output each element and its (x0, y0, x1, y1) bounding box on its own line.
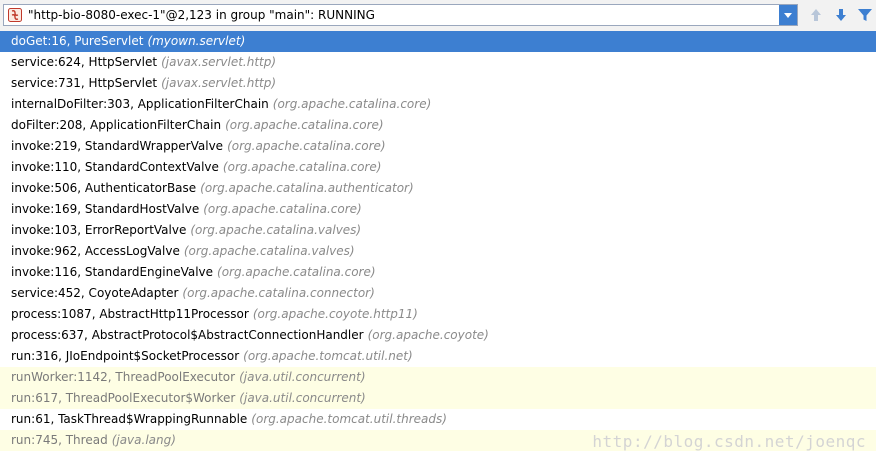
frame-package: (org.apache.catalina.valves) (190, 223, 362, 237)
frame-package: (javax.servlet.http) (161, 76, 277, 90)
frame-method: process:637, AbstractProtocol$AbstractCo… (11, 328, 364, 342)
frame-method: service:452, CoyoteAdapter (11, 286, 179, 300)
thread-dropdown-button[interactable] (779, 5, 797, 25)
thread-selector[interactable]: "http-bio-8080-exec-1"@2,123 in group "m… (3, 4, 798, 26)
frame-package: (org.apache.tomcat.util.net) (243, 349, 413, 363)
stack-frame-row[interactable]: process:1087, AbstractHttp11Processor (or… (0, 304, 876, 325)
frame-package: (org.apache.catalina.core) (203, 202, 362, 216)
frame-method: doFilter:208, ApplicationFilterChain (11, 118, 222, 132)
stack-frame-row[interactable]: run:61, TaskThread$WrappingRunnable (org.… (0, 409, 876, 430)
frame-method: invoke:103, ErrorReportValve (11, 223, 187, 237)
frame-method: runWorker:1142, ThreadPoolExecutor (11, 370, 236, 384)
stack-frame-row[interactable]: service:624, HttpServlet (javax.servlet.h… (0, 52, 876, 73)
frame-method: invoke:219, StandardWrapperValve (11, 139, 224, 153)
frame-package: (org.apache.coyote.http11) (252, 307, 418, 321)
stack-frame-row[interactable]: run:617, ThreadPoolExecutor$Worker (java.… (0, 388, 876, 409)
frame-method: invoke:169, StandardHostValve (11, 202, 200, 216)
stack-frame-row[interactable]: invoke:110, StandardContextValve (org.apa… (0, 157, 876, 178)
frame-package: (java.util.concurrent) (239, 391, 366, 405)
watermark: http://blog.csdn.net/joenqc (592, 432, 866, 451)
stack-frame-row[interactable]: run:316, JIoEndpoint$SocketProcessor (org… (0, 346, 876, 367)
frame-package: (org.apache.catalina.connector) (182, 286, 375, 300)
frame-package: (org.apache.catalina.valves) (183, 244, 355, 258)
frame-package: (org.apache.catalina.core) (217, 265, 376, 279)
arrow-down-icon[interactable] (832, 6, 850, 24)
frame-method: service:624, HttpServlet (11, 55, 158, 69)
stack-frame-row[interactable]: invoke:169, StandardHostValve (org.apache… (0, 199, 876, 220)
thread-suspended-icon (8, 8, 22, 22)
frame-package: (org.apache.catalina.core) (272, 97, 432, 111)
filter-icon[interactable] (856, 6, 874, 24)
stack-frame-row[interactable]: invoke:103, ErrorReportValve (org.apache.… (0, 220, 876, 241)
stack-frame-row[interactable]: doGet:16, PureServlet (myown.servlet) (0, 31, 876, 52)
frame-method: run:61, TaskThread$WrappingRunnable (11, 412, 248, 426)
frame-method: internalDoFilter:303, ApplicationFilterC… (11, 97, 269, 111)
frame-package: (java.lang) (111, 433, 176, 447)
frame-method: run:745, Thread (11, 433, 108, 447)
frame-package: (org.apache.coyote) (367, 328, 489, 342)
frame-method: service:731, HttpServlet (11, 76, 158, 90)
stack-frame-row[interactable]: service:731, HttpServlet (javax.servlet.h… (0, 73, 876, 94)
frame-method: doGet:16, PureServlet (11, 34, 144, 48)
frame-package: (org.apache.catalina.core) (222, 160, 382, 174)
frame-package: (javax.servlet.http) (161, 55, 277, 69)
chevron-down-icon (784, 12, 792, 18)
stack-frame-row[interactable]: doFilter:208, ApplicationFilterChain (org… (0, 115, 876, 136)
frame-method: invoke:110, StandardContextValve (11, 160, 219, 174)
stack-frame-row[interactable]: service:452, CoyoteAdapter (org.apache.ca… (0, 283, 876, 304)
stack-frame-row[interactable]: invoke:116, StandardEngineValve (org.apac… (0, 262, 876, 283)
frame-method: invoke:116, StandardEngineValve (11, 265, 214, 279)
frame-method: invoke:962, AccessLogValve (11, 244, 180, 258)
thread-label: "http-bio-8080-exec-1"@2,123 in group "m… (28, 8, 375, 22)
frame-package: (org.apache.catalina.authenticator) (200, 181, 414, 195)
stack-frame-row[interactable]: runWorker:1142, ThreadPoolExecutor (java.… (0, 367, 876, 388)
stack-frame-row[interactable]: process:637, AbstractProtocol$AbstractCo… (0, 325, 876, 346)
frame-method: run:316, JIoEndpoint$SocketProcessor (11, 349, 240, 363)
frame-package: (java.util.concurrent) (239, 370, 366, 384)
stack-frame-row[interactable]: internalDoFilter:303, ApplicationFilterC… (0, 94, 876, 115)
frame-package: (org.apache.catalina.core) (227, 139, 386, 153)
stack-frames-list: doGet:16, PureServlet (myown.servlet) serv… (0, 31, 876, 451)
stack-frame-row[interactable]: invoke:506, AuthenticatorBase (org.apache… (0, 178, 876, 199)
arrow-up-icon[interactable] (807, 6, 825, 24)
stack-frame-row[interactable]: invoke:962, AccessLogValve (org.apache.ca… (0, 241, 876, 262)
stack-frame-row[interactable]: invoke:219, StandardWrapperValve (org.apa… (0, 136, 876, 157)
frame-package: (myown.servlet) (147, 34, 246, 48)
frame-method: invoke:506, AuthenticatorBase (11, 181, 197, 195)
frame-method: run:617, ThreadPoolExecutor$Worker (11, 391, 236, 405)
frame-package: (org.apache.catalina.core) (225, 118, 384, 132)
frame-package: (org.apache.tomcat.util.threads) (251, 412, 447, 426)
frames-toolbar: "http-bio-8080-exec-1"@2,123 in group "m… (0, 0, 876, 32)
frame-method: process:1087, AbstractHttp11Processor (11, 307, 249, 321)
